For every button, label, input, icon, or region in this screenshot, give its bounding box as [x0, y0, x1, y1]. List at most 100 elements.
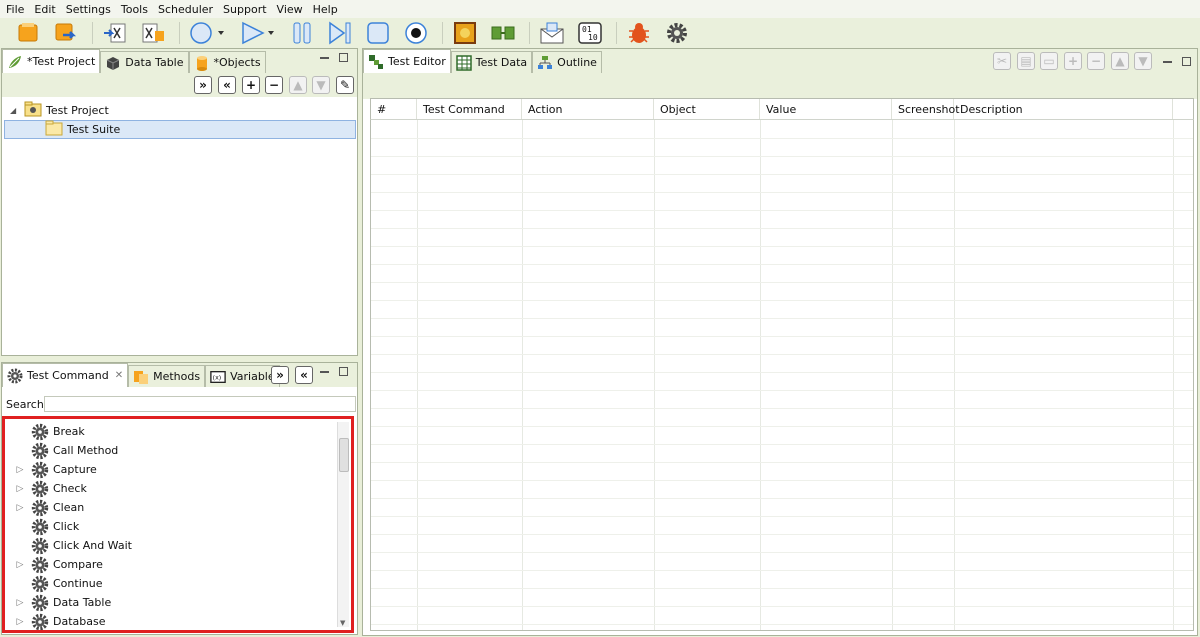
grid-column-line	[760, 120, 761, 630]
expand-arrow-icon[interactable]: ▷	[13, 484, 27, 494]
expand-arrow-icon[interactable]: ▷	[13, 503, 27, 513]
close-icon[interactable]: ✕	[115, 370, 123, 381]
grid-row-line	[371, 210, 1193, 211]
command-item[interactable]: ▷ Capture	[5, 460, 97, 479]
column-header-test-command[interactable]: Test Command	[417, 99, 522, 119]
stop-button[interactable]	[364, 20, 392, 46]
column-header-object[interactable]: Object	[654, 99, 760, 119]
menu-scheduler[interactable]: Scheduler	[158, 3, 213, 16]
record-button[interactable]	[402, 20, 430, 46]
import-button[interactable]	[52, 20, 80, 46]
pause-button[interactable]	[288, 20, 316, 46]
excel-import-button[interactable]	[139, 20, 167, 46]
collapse-all-button[interactable]: »	[194, 76, 212, 94]
data-flow-button[interactable]	[489, 20, 517, 46]
move-row-up-button[interactable]: ▲	[1111, 52, 1129, 70]
column-header-action[interactable]: Action	[522, 99, 654, 119]
command-item[interactable]: ▷ Data Table	[5, 593, 111, 612]
tree-node-test-project[interactable]: ◢ Test Project	[10, 101, 109, 120]
record-dropdown-button[interactable]	[188, 20, 228, 46]
tab-methods[interactable]: Methods	[128, 365, 206, 387]
step-button[interactable]	[326, 20, 354, 46]
remove-row-button[interactable]: −	[1087, 52, 1105, 70]
play-dropdown-button[interactable]	[238, 20, 278, 46]
excel-export-button[interactable]	[101, 20, 129, 46]
expand-all-button[interactable]: «	[218, 76, 236, 94]
tab-test-project[interactable]: *Test Project	[2, 49, 101, 73]
copy-button[interactable]: ▭	[1040, 52, 1058, 70]
grid-row-line	[371, 588, 1193, 589]
menu-view[interactable]: View	[277, 3, 303, 16]
gear-icon	[31, 556, 49, 574]
command-item[interactable]: ▷ Clean	[5, 498, 84, 517]
tab-outline[interactable]: Outline	[532, 51, 602, 73]
move-down-button[interactable]: ▼	[312, 76, 330, 94]
menu-settings[interactable]: Settings	[66, 3, 111, 16]
scrollbar-thumb[interactable]	[339, 438, 349, 472]
tab-label: *Objects	[213, 56, 261, 69]
add-button[interactable]: +	[242, 76, 260, 94]
expand-arrow-icon[interactable]: ◢	[10, 106, 24, 115]
menu-help[interactable]: Help	[313, 3, 338, 16]
gear-icon	[31, 461, 49, 479]
paste-button[interactable]: ▤	[1017, 52, 1035, 70]
settings-button[interactable]	[663, 20, 691, 46]
column-header-screenshot[interactable]: Screenshot	[892, 99, 960, 119]
debug-button[interactable]	[625, 20, 653, 46]
svg-text:10: 10	[588, 33, 598, 42]
email-icon	[540, 22, 564, 44]
expand-arrow-icon[interactable]: ▷	[13, 598, 27, 608]
minimize-icon[interactable]	[1163, 58, 1172, 63]
edit-button[interactable]: ✎	[336, 76, 354, 94]
tab-objects[interactable]: *Objects	[188, 51, 266, 73]
command-item[interactable]: ▷ Database	[5, 612, 106, 630]
menu-tools[interactable]: Tools	[121, 3, 148, 16]
command-item[interactable]: Break	[5, 422, 85, 441]
command-item[interactable]: Continue	[5, 574, 102, 593]
maximize-icon[interactable]	[1182, 57, 1191, 66]
cut-button[interactable]: ✂	[993, 52, 1011, 70]
tab-test-editor[interactable]: Test Editor	[363, 49, 451, 73]
tab-test-data[interactable]: Test Data	[450, 51, 533, 73]
grid-row-line	[371, 426, 1193, 427]
expand-arrow-icon[interactable]: ▷	[13, 560, 27, 570]
image-button[interactable]	[451, 20, 479, 46]
column-header-value[interactable]: Value	[760, 99, 892, 119]
tab-test-command[interactable]: Test Command ✕	[2, 363, 129, 387]
maximize-icon[interactable]	[339, 367, 348, 376]
grid-column-line	[1173, 120, 1174, 630]
maximize-icon[interactable]	[339, 53, 348, 62]
menu-edit[interactable]: Edit	[34, 3, 55, 16]
menu-support[interactable]: Support	[223, 3, 266, 16]
command-item[interactable]: Click And Wait	[5, 536, 132, 555]
grid-row-line	[371, 552, 1193, 553]
scrollbar[interactable]: ▼	[337, 422, 349, 627]
menu-file[interactable]: File	[6, 3, 24, 16]
tab-data-table[interactable]: Data Table	[100, 51, 189, 73]
command-item[interactable]: ▷ Check	[5, 479, 87, 498]
remove-button[interactable]: −	[265, 76, 283, 94]
minimize-icon[interactable]	[320, 54, 329, 59]
tree-node-test-suite[interactable]: Test Suite	[4, 120, 356, 139]
grid-row-line	[371, 354, 1193, 355]
command-item[interactable]: Click	[5, 517, 79, 536]
test-grid-body[interactable]	[370, 120, 1194, 631]
email-button[interactable]	[538, 20, 566, 46]
column-header-description[interactable]: Description	[954, 99, 1173, 119]
search-input[interactable]	[44, 396, 356, 412]
collapse-all-button[interactable]: »	[271, 366, 289, 384]
binary-button[interactable]: 01 10	[576, 20, 604, 46]
new-project-button[interactable]	[14, 20, 42, 46]
expand-arrow-icon[interactable]: ▷	[13, 465, 27, 475]
column-header-number[interactable]: #	[371, 99, 417, 119]
minimize-icon[interactable]	[320, 368, 329, 373]
expand-all-button[interactable]: «	[295, 366, 313, 384]
move-row-down-button[interactable]: ▼	[1134, 52, 1152, 70]
scroll-down-icon[interactable]: ▼	[340, 619, 345, 627]
add-row-button[interactable]: +	[1064, 52, 1082, 70]
command-item[interactable]: Call Method	[5, 441, 118, 460]
tab-variable[interactable]: (x) Variable	[205, 365, 280, 387]
move-up-button[interactable]: ▲	[289, 76, 307, 94]
command-item[interactable]: ▷ Compare	[5, 555, 103, 574]
expand-arrow-icon[interactable]: ▷	[13, 617, 27, 627]
